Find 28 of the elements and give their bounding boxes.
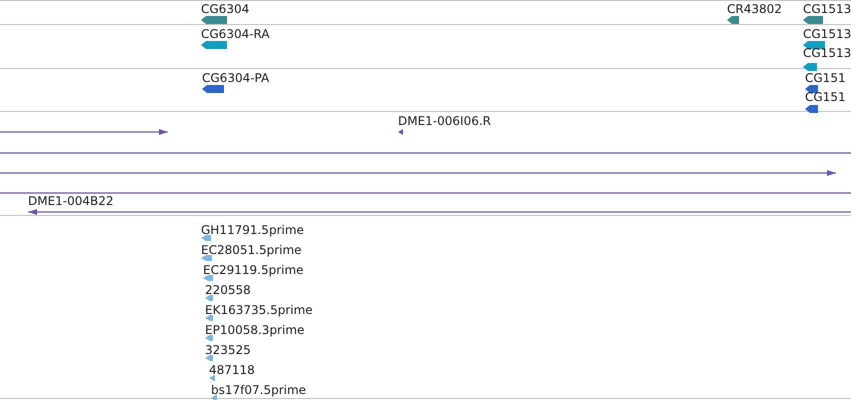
alignment-line[interactable] — [28, 209, 851, 215]
feature-label: CG1513 — [803, 2, 851, 16]
gene-glyph[interactable] — [803, 41, 825, 49]
alignment-line[interactable] — [0, 192, 851, 194]
feature-label: 323525 — [205, 343, 251, 357]
alignment-line[interactable] — [0, 129, 168, 135]
feature-label: CG151 — [805, 90, 846, 104]
feature-label: 220558 — [205, 283, 251, 297]
feature-label: CG6304 — [201, 2, 250, 16]
feature-label: GH11791.5prime — [201, 223, 304, 237]
feature-label: EC29119.5prime — [203, 263, 304, 277]
gene-glyph[interactable] — [805, 85, 818, 93]
feature-label: CG6304-PA — [202, 71, 270, 85]
feature-label: CG1513 — [803, 46, 851, 60]
feature-label: CG151 — [805, 71, 846, 85]
feature-label: bs17f07.5prime — [211, 383, 306, 397]
feature-label: CR43802 — [727, 2, 782, 16]
alignment-line[interactable] — [0, 170, 836, 176]
feature-label: CG1513 — [803, 27, 851, 41]
feature-label: EP10058.3prime — [205, 323, 304, 337]
feature-label: EK163735.5prime — [205, 303, 313, 317]
alignment-line[interactable] — [398, 129, 403, 135]
feature-label: CG6304-RA — [201, 27, 270, 41]
feature-label: DME1-006I06.R — [398, 114, 492, 128]
feature-label: DME1-004B22 — [28, 194, 114, 208]
feature-label: EC28051.5prime — [201, 243, 302, 257]
alignment-line[interactable] — [0, 152, 851, 154]
feature-label: 487118 — [209, 363, 255, 377]
